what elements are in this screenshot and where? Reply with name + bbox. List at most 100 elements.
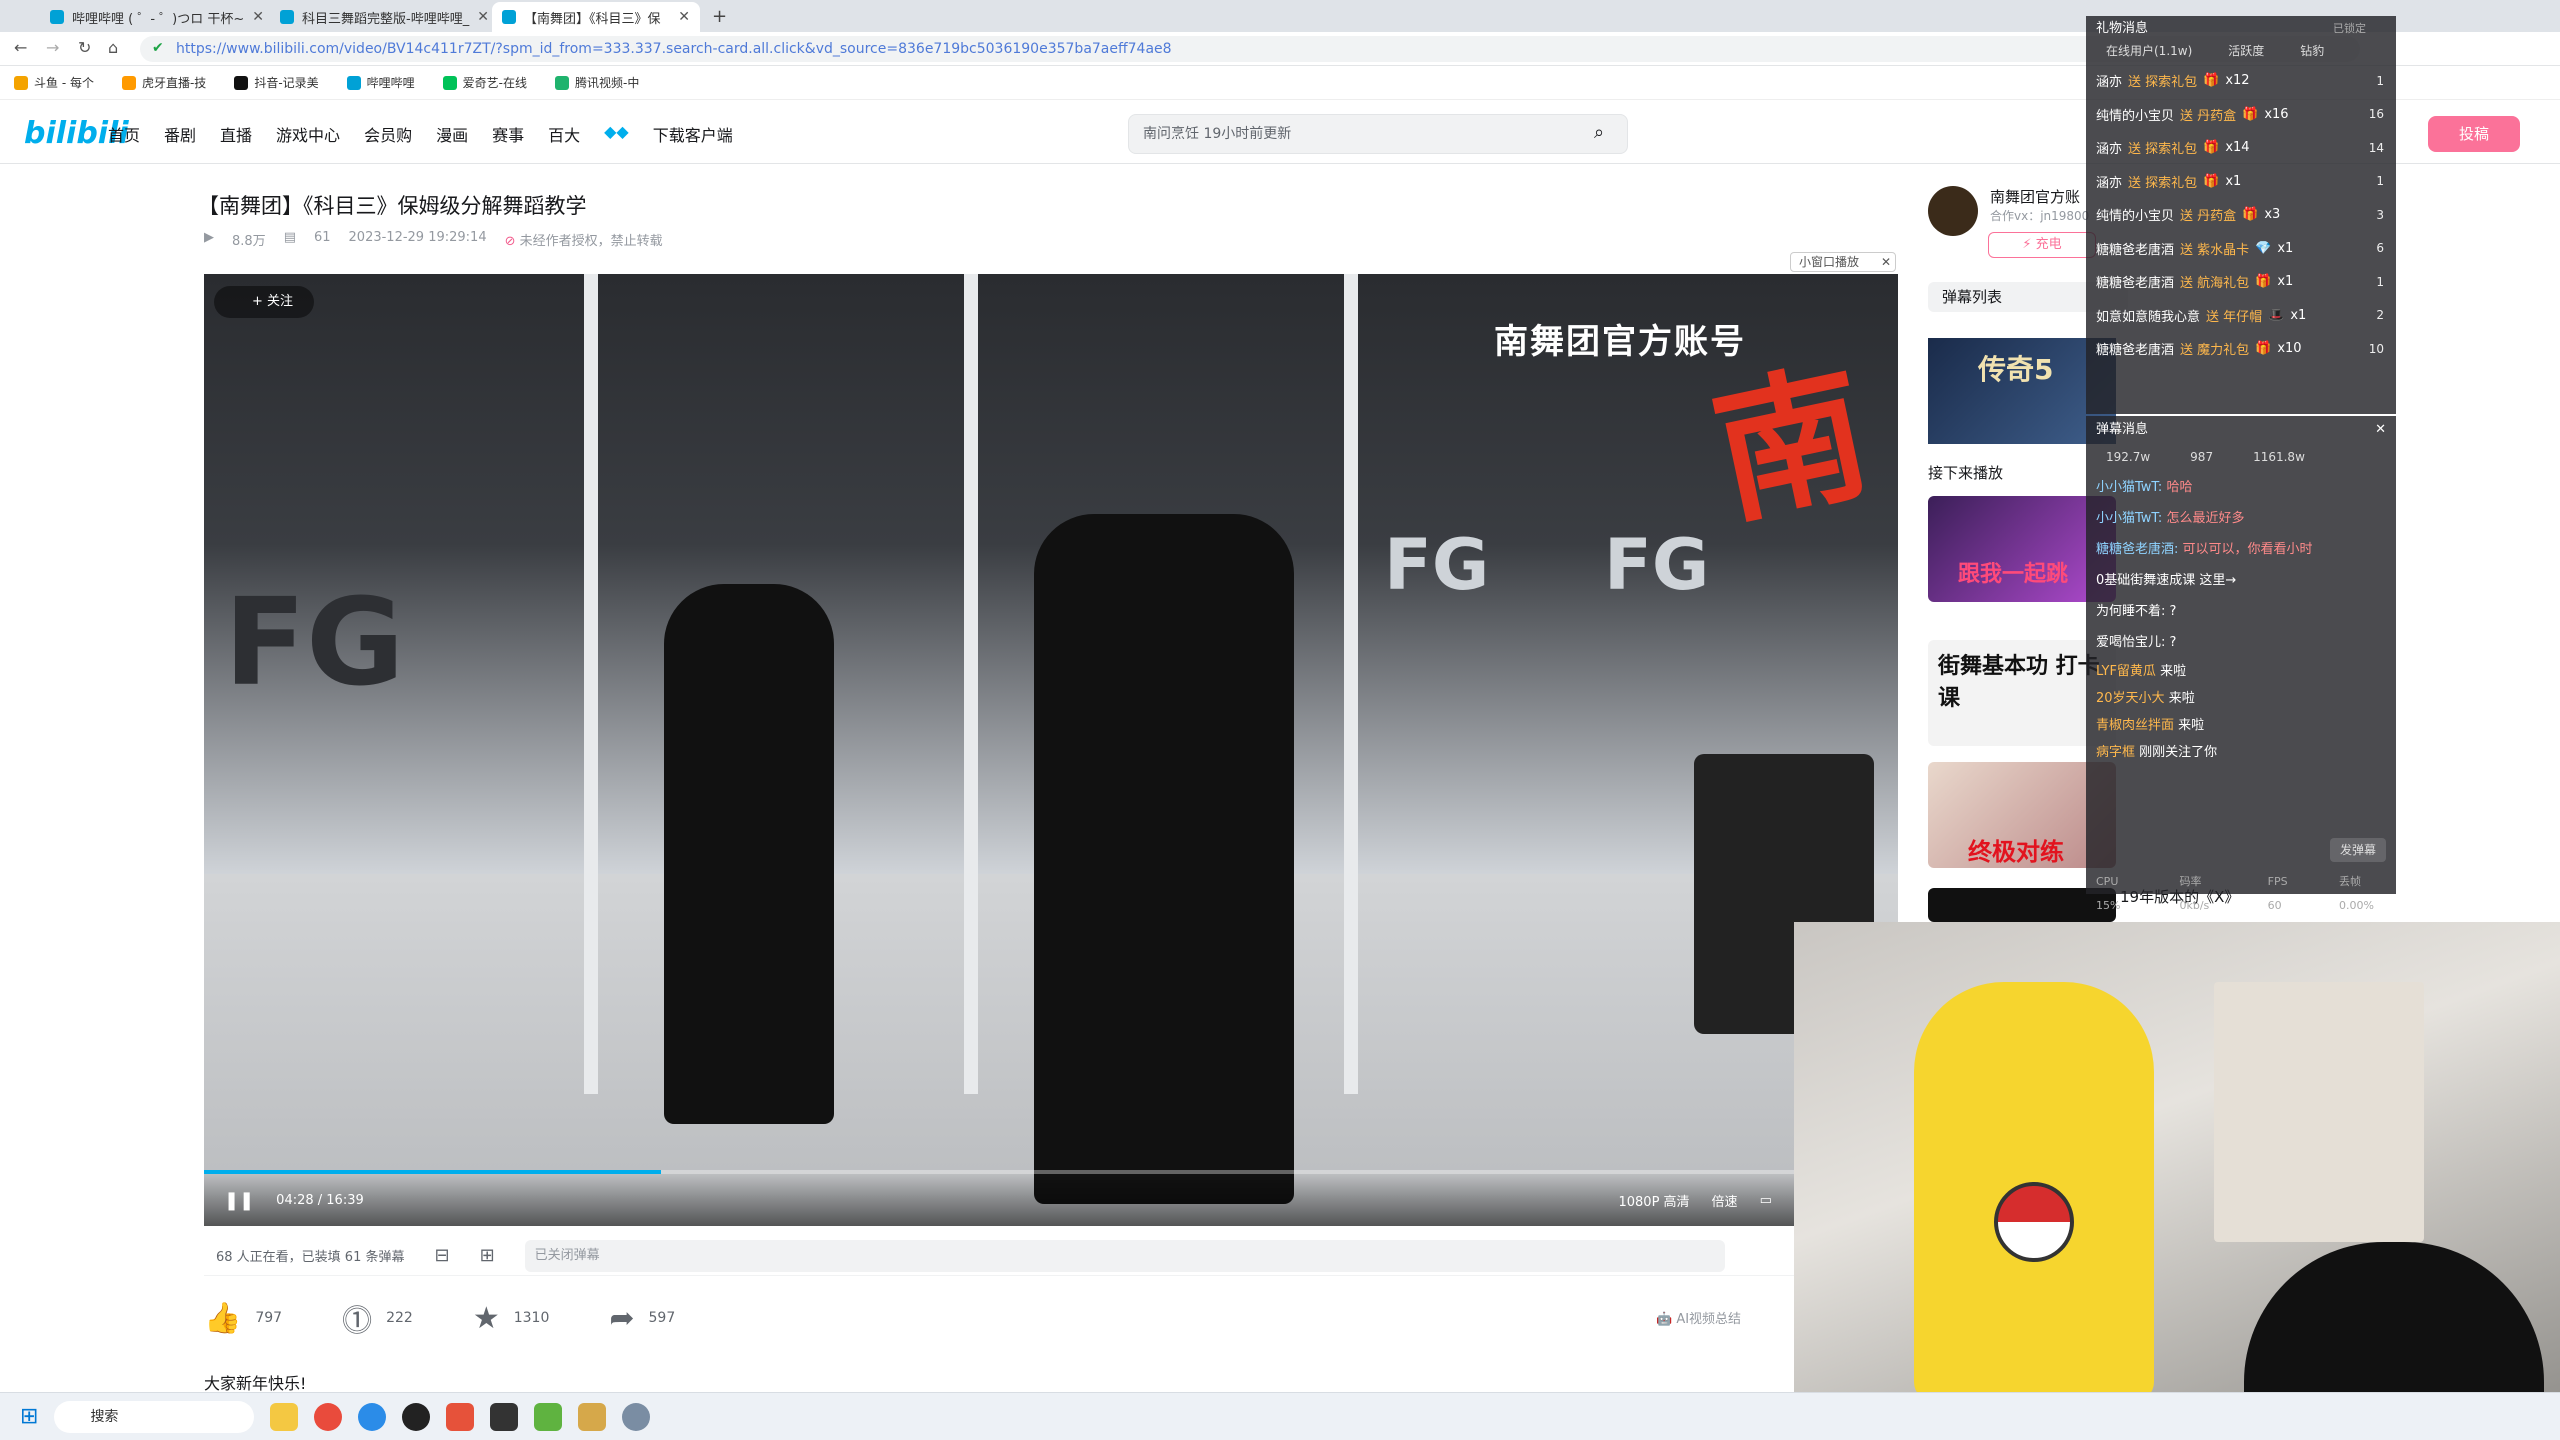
danmaku-count-icon: ▤	[283, 230, 296, 245]
bookmark-item[interactable]: 虎牙直播-技	[121, 74, 206, 91]
lock-status: 已锁定	[2333, 22, 2366, 35]
nav-esports[interactable]: 赛事	[492, 122, 524, 146]
speed-button[interactable]: 倍速	[1712, 1191, 1738, 1210]
video-player[interactable]: FG FG FG 南舞团官方账号 南 + 关注 ❚❚ 04:28 / 16:39…	[204, 274, 1898, 1226]
new-tab-icon[interactable]: +	[712, 6, 727, 27]
popularity-stat: 192.7w	[2106, 450, 2151, 464]
nav-home[interactable]: 首页	[108, 122, 140, 146]
settings-icon[interactable]	[622, 1402, 651, 1431]
avatar[interactable]	[1928, 186, 1978, 236]
danmaku-row: 小小猫TwT: 怎么最近好多	[2096, 511, 2245, 526]
taskbar-search[interactable]: 搜索	[54, 1400, 255, 1433]
bookmark-item[interactable]: 哔哩哔哩	[346, 74, 415, 91]
forward-icon[interactable]: →	[46, 38, 59, 57]
studio-logo-mark: FG	[224, 574, 405, 713]
like-button[interactable]: 👍 797	[204, 1301, 282, 1336]
nav-game-center[interactable]: 游戏中心	[276, 122, 340, 146]
gift-icon: 🎁	[2255, 341, 2272, 357]
tab-online-users[interactable]: 在线用户(1.1w)	[2106, 42, 2192, 64]
gift-row: 纯情的小宝贝送 丹药盒 🎁 x3 3	[2096, 207, 2384, 225]
app-icon[interactable]	[534, 1402, 563, 1431]
danmaku-stats: 192.7w 987 1161.8w	[2086, 444, 2396, 470]
close-icon[interactable]: ✕	[2375, 416, 2396, 444]
ai-summary-button[interactable]: 🤖 AI视频总结	[1656, 1308, 1741, 1327]
danmaku-settings-icon[interactable]: ⊞	[480, 1245, 495, 1266]
douyu-icon	[14, 75, 28, 90]
danmaku-row: 0基础街舞速成课 这里→	[2096, 573, 2237, 588]
favorite-button[interactable]: ★ 1310	[473, 1301, 550, 1336]
nav-download-client[interactable]: 下载客户端	[653, 122, 733, 146]
danmaku-messages-panel: 弹幕消息 ✕ 192.7w 987 1161.8w 小小猫TwT: 哈哈 小小猫T…	[2086, 416, 2396, 912]
mini-window-button[interactable]: 小窗口播放 ✕	[1790, 252, 1896, 272]
close-tab-icon[interactable]: ✕	[477, 9, 488, 25]
danmaku-toggle-icon[interactable]: ⊟	[434, 1245, 449, 1266]
no-repost-icon: ⊘	[504, 234, 516, 249]
browser-tab[interactable]: 科目三舞蹈完整版-哔哩哔哩_ ✕	[270, 2, 488, 32]
browser-tab[interactable]: 哔哩哔哩 ( ゜- ゜)つロ 干杯~ ✕	[40, 2, 266, 32]
tab-label: 科目三舞蹈完整版-哔哩哔哩_	[302, 11, 470, 27]
bookmark-item[interactable]: 斗鱼 - 每个	[14, 74, 94, 91]
follow-button[interactable]: + 关注	[214, 286, 314, 318]
time-display: 04:28 / 16:39	[276, 1192, 364, 1208]
app-icon[interactable]	[446, 1402, 475, 1431]
search-input[interactable]: 南问烹饪 19小时前更新	[1128, 114, 1628, 154]
secure-lock-icon: ✔	[152, 40, 164, 56]
video-description: 大家新年快乐!	[204, 1374, 307, 1393]
nav-manga[interactable]: 漫画	[436, 122, 468, 146]
home-icon[interactable]: ⌂	[108, 38, 118, 57]
nav-anime[interactable]: 番剧	[164, 122, 196, 146]
gift-row: 如意如意随我心意送 年仔帽 🎩 x1 2	[2096, 307, 2384, 325]
likes-stat: 1161.8w	[2253, 450, 2305, 464]
publish-date: 2023-12-29 19:29:14	[348, 230, 487, 245]
bookmark-item[interactable]: 腾讯视频-中	[555, 74, 639, 91]
danmaku-input[interactable]: 已关闭弹幕	[524, 1239, 1725, 1272]
reload-icon[interactable]: ↻	[78, 38, 91, 57]
charge-button[interactable]: ⚡ 充电	[1988, 232, 2096, 258]
robot-icon: 🤖	[1656, 1312, 1673, 1327]
bookmark-item[interactable]: 抖音-记录美	[234, 74, 319, 91]
danmaku-panel-title: 弹幕消息 ✕	[2086, 416, 2396, 444]
coin-button[interactable]: ⓵ 222	[342, 1296, 413, 1340]
gift-icon: 🎁	[2242, 207, 2259, 223]
gift-icon: 🎩	[2268, 307, 2285, 323]
app-icon[interactable]	[578, 1402, 607, 1431]
nav-live[interactable]: 直播	[220, 122, 252, 146]
share-icon: ➦	[609, 1300, 635, 1336]
webcam-feed	[1794, 922, 2560, 1440]
browser-tab-active[interactable]: 【南舞团】《科目三》保 ✕	[492, 2, 700, 32]
tab-diamond[interactable]: 钻豹	[2300, 42, 2324, 64]
subtitle-icon[interactable]: ▭	[1760, 1193, 1772, 1208]
nav-mall[interactable]: 会员购	[364, 122, 412, 146]
share-button[interactable]: ➦ 597	[609, 1301, 675, 1336]
app-icon[interactable]	[402, 1402, 431, 1431]
gift-icon: 🎁	[2203, 73, 2220, 89]
entry-row: 20岁天小大 来啦	[2096, 691, 2195, 706]
file-explorer-icon[interactable]	[270, 1402, 299, 1431]
dancer-figure	[664, 584, 834, 1124]
bilibili-favicon-icon	[280, 10, 294, 24]
gift-icon: 🎁	[2203, 173, 2220, 189]
upload-button[interactable]: 投稿	[2428, 116, 2520, 152]
pause-icon[interactable]: ❚❚	[224, 1190, 254, 1211]
url-field[interactable]: https://www.bilibili.com/video/BV14c411r…	[140, 36, 2360, 62]
browser-icon[interactable]	[314, 1402, 343, 1431]
back-icon[interactable]: ←	[14, 38, 27, 57]
windows-start-icon[interactable]: ⊞	[20, 1404, 38, 1429]
obs-icon[interactable]	[490, 1402, 519, 1431]
tab-activity[interactable]: 活跃度	[2228, 42, 2264, 64]
main-nav: 首页 番剧 直播 游戏中心 会员购 漫画 赛事 百大 ◆◆ 下载客户端	[108, 122, 733, 146]
uploader-name[interactable]: 南舞团官方账	[1990, 186, 2089, 207]
close-tab-icon[interactable]: ✕	[252, 9, 264, 25]
uploader-contact: 合作vx：jn19800	[1990, 209, 2090, 223]
nav-event-icon[interactable]: ◆◆	[604, 122, 629, 146]
bookmark-item[interactable]: 爱奇艺-在线	[442, 74, 527, 91]
close-tab-icon[interactable]: ✕	[678, 9, 690, 25]
close-icon[interactable]: ✕	[1881, 253, 1895, 271]
edge-icon[interactable]	[358, 1402, 387, 1431]
mirror-frame	[964, 274, 978, 1094]
send-danmaku-button[interactable]: 发弹幕	[2330, 838, 2386, 862]
nav-top100[interactable]: 百大	[548, 122, 580, 146]
search-icon[interactable]: ⌕	[1594, 122, 1604, 143]
gift-row: 涵亦送 探索礼包 🎁 x1 1	[2096, 173, 2384, 191]
quality-button[interactable]: 1080P 高清	[1618, 1191, 1689, 1210]
